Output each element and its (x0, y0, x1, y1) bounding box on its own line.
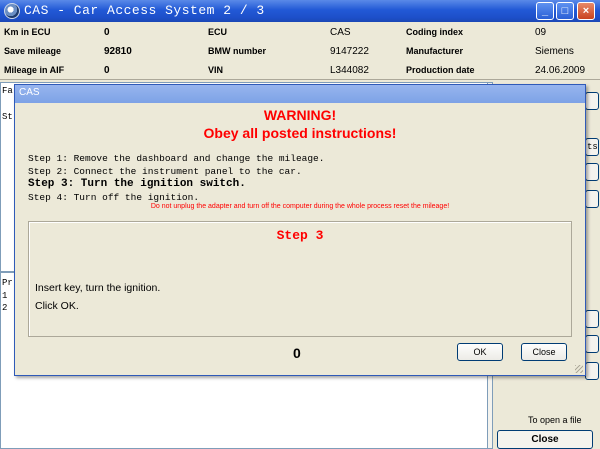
step-3-text: Step 3: Turn the ignition switch. (28, 178, 246, 190)
ecu-value: CAS (330, 27, 351, 38)
bmw-number-value: 9147222 (330, 46, 369, 57)
background-st-text: St (2, 112, 13, 122)
close-window-button[interactable]: × (577, 2, 595, 20)
mileage-aif-label: Mileage in AIF (4, 65, 65, 75)
bmw-number-label: BMW number (208, 46, 266, 56)
side-button-7[interactable] (585, 362, 599, 380)
coding-index-label: Coding index (406, 27, 463, 37)
km-in-ecu-value: 0 (104, 27, 110, 38)
step-panel: Step 3 Insert key, turn the ignition. Cl… (28, 221, 572, 337)
side-button-text: ts (587, 142, 598, 152)
save-mileage-label: Save mileage (4, 46, 62, 56)
side-button-5[interactable] (585, 310, 599, 328)
warning-note: Do not unplug the adapter and turn off t… (150, 203, 450, 210)
minimize-button[interactable]: _ (536, 2, 554, 20)
production-date-label: Production date (406, 65, 475, 75)
side-button-4[interactable] (585, 190, 599, 208)
window-title: CAS - Car Access System 2 / 3 (24, 3, 265, 18)
resize-grip-icon[interactable] (575, 365, 583, 373)
mileage-aif-value: 0 (104, 65, 110, 76)
main-close-button[interactable]: Close (497, 430, 593, 449)
ok-button[interactable]: OK (457, 343, 503, 361)
background-line-2: 2 (2, 303, 8, 313)
maximize-button[interactable]: □ (556, 2, 574, 20)
app-root: CAS - Car Access System 2 / 3 _ □ × Km i… (0, 0, 600, 449)
ecu-label: ECU (208, 27, 228, 37)
vin-label: VIN (208, 65, 224, 75)
vehicle-info-panel: Km in ECU 0 Save mileage 92810 Mileage i… (0, 22, 600, 80)
dialog-title: CAS (19, 87, 40, 98)
manufacturer-label: Manufacturer (406, 46, 464, 56)
instruction-line-1: Insert key, turn the ignition. (35, 282, 161, 294)
production-date-value: 24.06.2009 (535, 65, 586, 76)
cas-dialog: CAS WARNING! Obey all posted instruction… (14, 84, 586, 376)
current-step-heading: Step 3 (276, 228, 324, 243)
vin-value: L344082 (330, 65, 369, 76)
manufacturer-value: Siemens (535, 46, 574, 57)
warning-subtitle: Obey all posted instructions! (203, 125, 397, 141)
warning-heading: WARNING! (263, 107, 337, 123)
coding-index-value: 09 (535, 27, 547, 38)
step-4-text: Step 4: Turn off the ignition. (28, 192, 200, 203)
side-button-3[interactable] (585, 163, 599, 181)
bmw-logo-icon (4, 3, 20, 19)
open-file-label: To open a file (528, 415, 582, 425)
side-button-6[interactable] (585, 335, 599, 353)
dialog-close-button[interactable]: Close (521, 343, 567, 361)
background-line-1: 1 (2, 291, 8, 301)
main-titlebar[interactable]: CAS - Car Access System 2 / 3 _ □ × (0, 0, 600, 22)
step-2-text: Step 2: Connect the instrument panel to … (28, 166, 302, 177)
dialog-titlebar[interactable]: CAS (15, 85, 585, 103)
side-button-1[interactable] (585, 92, 599, 110)
save-mileage-value: 92810 (104, 46, 132, 57)
progress-counter: 0 (293, 345, 301, 361)
instruction-line-2: Click OK. (35, 300, 79, 312)
km-in-ecu-label: Km in ECU (4, 27, 51, 37)
background-fa-text: Fa (2, 86, 13, 96)
step-1-text: Step 1: Remove the dashboard and change … (28, 153, 325, 164)
background-pr-text: Pr (2, 278, 13, 288)
